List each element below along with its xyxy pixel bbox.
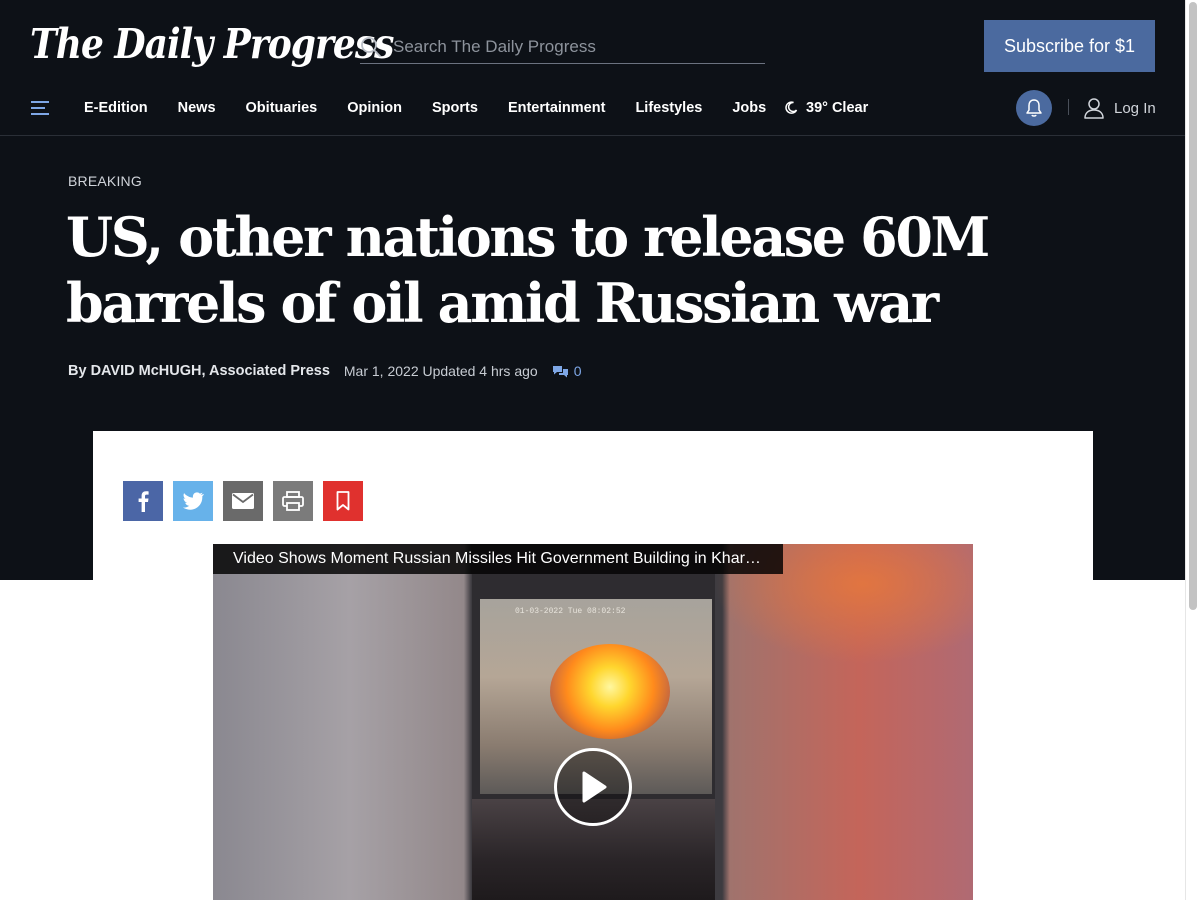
- nav-item-opinion[interactable]: Opinion: [347, 100, 402, 116]
- weather-widget[interactable]: 39° Clear: [784, 100, 868, 116]
- bookmark-icon: [336, 491, 350, 511]
- site-logo[interactable]: The Daily Progress: [30, 20, 394, 68]
- nav-item-e-edition[interactable]: E-Edition: [84, 100, 148, 116]
- site-header: The Daily Progress Subscribe for $1: [0, 0, 1185, 90]
- page-scrollbar[interactable]: [1185, 0, 1200, 900]
- nav-items: E-Edition News Obituaries Opinion Sports…: [84, 100, 796, 116]
- video-player[interactable]: 01-03-2022 Tue 08:02:52 Video Shows Mome…: [213, 544, 973, 900]
- nav-divider: [1068, 99, 1069, 115]
- menu-icon[interactable]: [30, 99, 50, 117]
- share-twitter-button[interactable]: [173, 481, 213, 521]
- nav-item-entertainment[interactable]: Entertainment: [508, 100, 606, 116]
- nav-item-lifestyles[interactable]: Lifestyles: [635, 100, 702, 116]
- share-facebook-button[interactable]: [123, 481, 163, 521]
- play-icon: [582, 771, 607, 803]
- article-kicker: BREAKING: [68, 173, 142, 189]
- subscribe-button[interactable]: Subscribe for $1: [984, 20, 1155, 72]
- nav-item-news[interactable]: News: [178, 100, 216, 116]
- facebook-icon: [138, 491, 149, 512]
- email-icon: [232, 493, 254, 509]
- search-input[interactable]: [393, 34, 753, 60]
- login-label: Log In: [1114, 99, 1156, 117]
- moon-icon: [785, 101, 798, 114]
- print-button[interactable]: [273, 481, 313, 521]
- share-toolbar: [123, 481, 363, 521]
- author-name[interactable]: By DAVID McHUGH, Associated Press: [68, 363, 330, 379]
- main-navigation: E-Edition News Obituaries Opinion Sports…: [0, 90, 1185, 136]
- play-button[interactable]: [554, 748, 632, 826]
- comment-count: 0: [573, 363, 582, 379]
- nav-item-obituaries[interactable]: Obituaries: [246, 100, 318, 116]
- article-byline: By DAVID McHUGH, Associated Press Mar 1,…: [68, 363, 581, 379]
- camera-timestamp: 01-03-2022 Tue 08:02:52: [515, 607, 626, 616]
- article-headline: US, other nations to release 60M barrels…: [66, 205, 990, 335]
- print-icon: [282, 491, 304, 511]
- explosion-image: [550, 644, 670, 739]
- twitter-icon: [182, 492, 204, 510]
- comments-link[interactable]: 0: [552, 363, 582, 379]
- nav-item-jobs[interactable]: Jobs: [732, 100, 766, 116]
- video-title[interactable]: Video Shows Moment Russian Missiles Hit …: [213, 544, 783, 574]
- scrollbar-thumb[interactable]: [1189, 2, 1197, 610]
- comments-icon: [552, 365, 568, 377]
- bookmark-button[interactable]: [323, 481, 363, 521]
- search-icon[interactable]: [360, 36, 382, 58]
- bell-icon: [1026, 99, 1042, 117]
- article-date: Mar 1, 2022 Updated 4 hrs ago: [343, 363, 538, 379]
- user-icon: [1084, 98, 1104, 119]
- search-box[interactable]: [360, 30, 765, 64]
- weather-text: 39° Clear: [806, 100, 869, 116]
- nav-item-sports[interactable]: Sports: [432, 100, 478, 116]
- login-link[interactable]: Log In: [1084, 97, 1156, 119]
- share-email-button[interactable]: [223, 481, 263, 521]
- video-frame: 01-03-2022 Tue 08:02:52: [472, 574, 715, 900]
- notifications-button[interactable]: [1016, 90, 1052, 126]
